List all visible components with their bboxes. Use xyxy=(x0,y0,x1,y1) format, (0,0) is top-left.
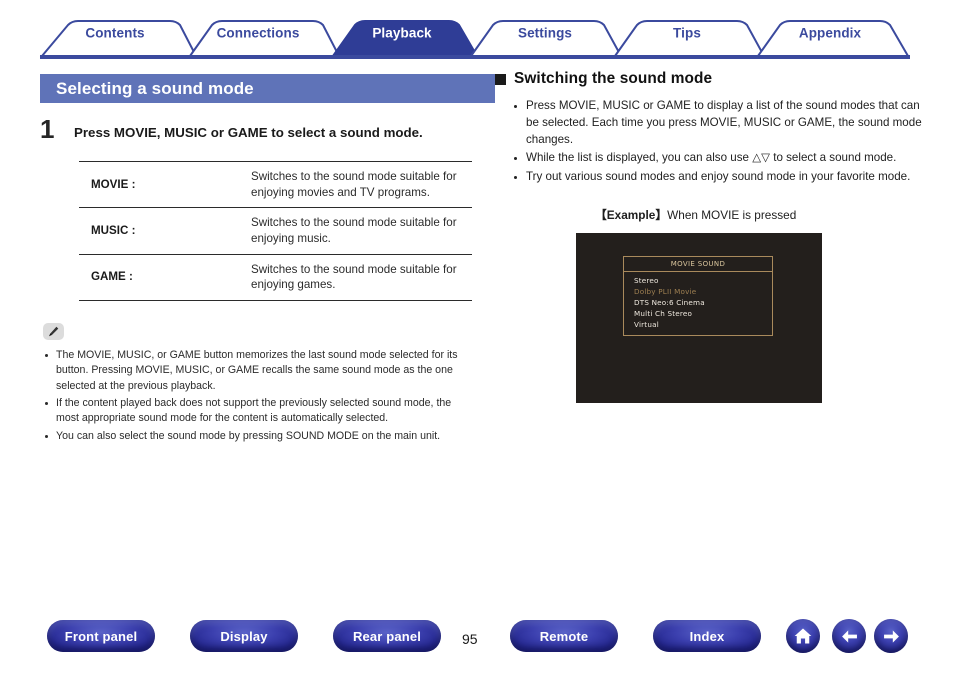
note-block: The MOVIE, MUSIC, or GAME button memoriz… xyxy=(43,322,473,444)
remote-button[interactable]: Remote xyxy=(510,620,618,652)
tab-label-contents[interactable]: Contents xyxy=(85,26,144,41)
arrow-left-glyph xyxy=(841,629,857,643)
list-item: While the list is displayed, you can als… xyxy=(512,150,925,167)
home-icon[interactable] xyxy=(786,619,820,653)
osd-title-label: MOVIE SOUND xyxy=(670,259,726,268)
sound-mode-table: MOVIE : Switches to the sound mode suita… xyxy=(79,161,472,301)
section-heading: Switching the sound mode xyxy=(495,70,925,88)
example-text: When MOVIE is pressed xyxy=(667,207,797,222)
front-panel-label: Front panel xyxy=(64,628,138,644)
tab-baseline xyxy=(40,55,910,59)
osd-item[interactable]: Multi Ch Stereo xyxy=(634,309,772,320)
index-button[interactable]: Index xyxy=(653,620,761,652)
home-glyph xyxy=(794,628,812,644)
rear-panel-button[interactable]: Rear panel xyxy=(333,620,441,652)
left-column: Selecting a sound mode 1 Press MOVIE, MU… xyxy=(40,74,495,446)
footer-nav: Front panel Display Rear panel 95 Remote… xyxy=(0,615,954,673)
rear-panel-label: Rear panel xyxy=(353,628,421,644)
note-list: The MOVIE, MUSIC, or GAME button memoriz… xyxy=(43,348,473,444)
example-caption: 【Example】When MOVIE is pressed xyxy=(595,206,925,223)
section-heading-label: Switching the sound mode xyxy=(514,70,713,87)
osd-item[interactable]: Virtual xyxy=(634,320,772,331)
page-title-bar: Selecting a sound mode xyxy=(40,74,495,103)
list-item: Press MOVIE, MUSIC or GAME to display a … xyxy=(512,98,925,148)
tv-screen-mock: MOVIE SOUND Stereo Dolby PLII Movie DTS … xyxy=(576,232,822,403)
step-row: 1 Press MOVIE, MUSIC or GAME to select a… xyxy=(40,116,495,148)
list-item: You can also select the sound mode by pr… xyxy=(43,429,473,444)
index-label: Index xyxy=(689,628,725,644)
table-row: GAME : Switches to the sound mode suitab… xyxy=(79,254,472,301)
table-cell-key: GAME : xyxy=(91,270,133,284)
osd-item-selected[interactable]: Dolby PLII Movie xyxy=(634,287,772,298)
right-column: Switching the sound mode Press MOVIE, MU… xyxy=(495,70,925,403)
tab-label-tips[interactable]: Tips xyxy=(673,26,701,41)
tab-bar: Contents Connections Playback Settings T… xyxy=(0,0,954,62)
table-cell-key: MUSIC : xyxy=(91,224,136,238)
tab-label-playback[interactable]: Playback xyxy=(372,26,431,41)
table-cell-value: Switches to the sound mode suitable for … xyxy=(251,216,457,245)
pencil-icon xyxy=(43,322,64,340)
display-button[interactable]: Display xyxy=(190,620,298,652)
arrow-right-icon[interactable] xyxy=(874,619,908,653)
osd-item-list: Stereo Dolby PLII Movie DTS Neo:6 Cinema… xyxy=(624,272,772,331)
list-item: Try out various sound modes and enjoy so… xyxy=(512,169,925,186)
table-row: MOVIE : Switches to the sound mode suita… xyxy=(79,161,472,208)
example-label: 【Example】 xyxy=(595,207,668,222)
table-cell-value: Switches to the sound mode suitable for … xyxy=(251,262,457,292)
tab-label-connections[interactable]: Connections xyxy=(217,26,300,41)
step-number: 1 xyxy=(40,114,55,144)
table-row: MUSIC : Switches to the sound mode suita… xyxy=(79,208,472,255)
step-instruction: Press MOVIE, MUSIC or GAME to select a s… xyxy=(74,125,423,140)
front-panel-button[interactable]: Front panel xyxy=(47,620,155,652)
remote-label: Remote xyxy=(539,628,589,644)
pencil-glyph xyxy=(49,326,59,337)
table-cell-key: MOVIE : xyxy=(91,177,136,191)
tab-label-settings[interactable]: Settings xyxy=(518,26,572,41)
square-bullet-icon xyxy=(495,73,506,85)
table-cell-value: Switches to the sound mode suitable for … xyxy=(251,170,457,199)
osd-panel: MOVIE SOUND Stereo Dolby PLII Movie DTS … xyxy=(623,255,773,336)
page-title: Selecting a sound mode xyxy=(56,78,254,98)
list-item: If the content played back does not supp… xyxy=(43,396,473,427)
osd-item[interactable]: Stereo xyxy=(634,276,772,287)
page-number: 95 xyxy=(462,631,478,647)
display-label: Display xyxy=(220,628,268,644)
osd-item[interactable]: DTS Neo:6 Cinema xyxy=(634,298,772,309)
osd-title-bar: MOVIE SOUND xyxy=(624,257,772,272)
arrow-right-glyph xyxy=(883,629,899,643)
list-item: The MOVIE, MUSIC, or GAME button memoriz… xyxy=(43,348,473,394)
bullet-list: Press MOVIE, MUSIC or GAME to display a … xyxy=(512,98,925,186)
arrow-left-icon[interactable] xyxy=(832,619,866,653)
tab-label-appendix[interactable]: Appendix xyxy=(799,26,861,41)
